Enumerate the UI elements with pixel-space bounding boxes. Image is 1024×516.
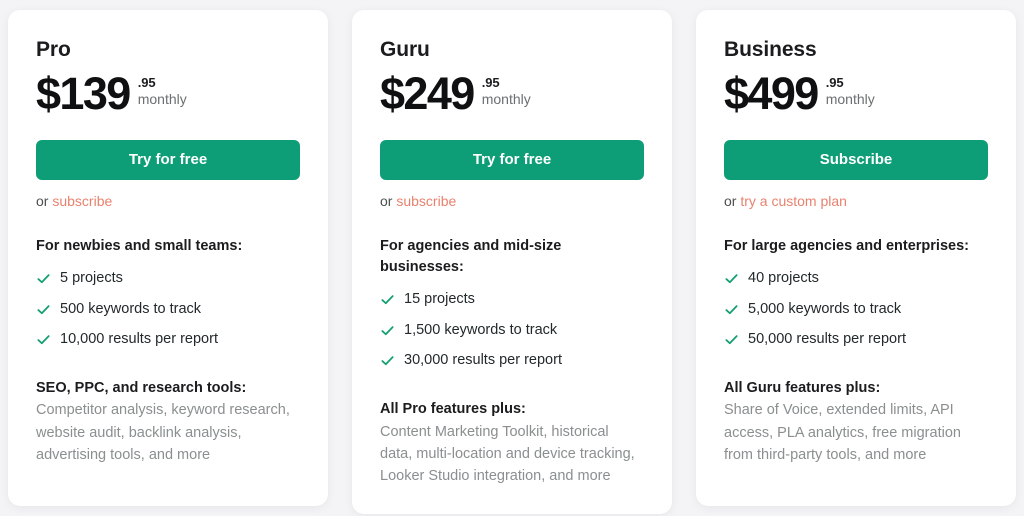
- feature-label: 30,000 results per report: [404, 352, 562, 369]
- check-icon: [380, 292, 395, 307]
- secondary-action-line: or subscribe: [36, 192, 300, 210]
- feature-list: 40 projects 5,000 keywords to track 50,0…: [724, 269, 988, 361]
- feature-label: 15 projects: [404, 291, 475, 308]
- extras-text: Content Marketing Toolkit, historical da…: [380, 423, 635, 485]
- price-suffix: .95 monthly: [482, 73, 531, 108]
- price-amount: $499: [724, 68, 819, 120]
- price-block: $499 .95 monthly: [724, 68, 988, 120]
- list-item: 40 projects: [724, 269, 988, 289]
- price-period: monthly: [825, 91, 875, 108]
- price-suffix: .95 monthly: [138, 73, 187, 108]
- list-item: 10,000 results per report: [36, 330, 300, 350]
- plan-name: Pro: [36, 38, 71, 61]
- price-block: $249 .95 monthly: [380, 68, 644, 120]
- subscribe-link[interactable]: subscribe: [396, 193, 456, 209]
- extras-text: Competitor analysis, keyword research, w…: [36, 402, 290, 464]
- extras-block: All Guru features plus: Share of Voice, …: [724, 378, 988, 467]
- plan-card-pro: Pro $139 .95 monthly Try for free or sub…: [8, 10, 328, 506]
- feature-label: 50,000 results per report: [748, 331, 906, 348]
- secondary-prefix: or: [36, 192, 49, 209]
- price-cents: .95: [825, 75, 844, 91]
- price-cents: .95: [137, 75, 156, 91]
- plan-card-business: Business $499 .95 monthly Subscribe or t…: [696, 10, 1016, 506]
- secondary-action-line: or subscribe: [380, 192, 644, 210]
- list-item: 500 keywords to track: [36, 300, 300, 320]
- check-icon: [36, 332, 51, 347]
- list-item: 30,000 results per report: [380, 351, 644, 371]
- extras-block: All Pro features plus: Content Marketing…: [380, 399, 644, 488]
- list-item: 5,000 keywords to track: [724, 300, 988, 320]
- list-item: 5 projects: [36, 269, 300, 289]
- feature-label: 10,000 results per report: [60, 331, 218, 348]
- custom-plan-link[interactable]: try a custom plan: [740, 193, 847, 209]
- cta-subscribe-button[interactable]: Subscribe: [724, 139, 988, 180]
- price-period: monthly: [481, 91, 531, 108]
- list-item: 50,000 results per report: [724, 330, 988, 350]
- check-icon: [724, 271, 739, 286]
- feature-label: 5 projects: [60, 270, 123, 287]
- feature-list: 15 projects 1,500 keywords to track 30,0…: [380, 290, 644, 382]
- feature-list: 5 projects 500 keywords to track 10,000 …: [36, 269, 300, 361]
- audience-heading: For large agencies and enterprises:: [724, 238, 969, 255]
- price-amount: $249: [380, 68, 475, 120]
- extras-title: SEO, PPC, and research tools:: [36, 379, 247, 396]
- extras-block: SEO, PPC, and research tools: Competitor…: [36, 378, 300, 467]
- audience-heading: For newbies and small teams:: [36, 238, 243, 255]
- extras-title: All Guru features plus:: [724, 379, 881, 396]
- feature-label: 40 projects: [748, 270, 819, 287]
- price-suffix: .95 monthly: [826, 73, 875, 108]
- secondary-prefix: or: [380, 192, 393, 209]
- extras-title: All Pro features plus:: [380, 400, 526, 417]
- check-icon: [724, 302, 739, 317]
- price-amount: $139: [36, 68, 131, 120]
- cta-try-for-free-button[interactable]: Try for free: [380, 139, 644, 180]
- cta-try-for-free-button[interactable]: Try for free: [36, 139, 300, 180]
- check-icon: [380, 353, 395, 368]
- plan-name: Guru: [380, 38, 430, 61]
- feature-label: 500 keywords to track: [60, 300, 202, 317]
- secondary-prefix: or: [724, 192, 737, 209]
- extras-text: Share of Voice, extended limits, API acc…: [724, 402, 961, 464]
- subscribe-link[interactable]: subscribe: [52, 193, 112, 209]
- plan-card-guru: Guru $249 .95 monthly Try for free or su…: [352, 10, 672, 514]
- pricing-plans-grid: Pro $139 .95 monthly Try for free or sub…: [0, 0, 1024, 514]
- plan-name: Business: [724, 38, 817, 61]
- secondary-action-line: or try a custom plan: [724, 192, 988, 210]
- feature-label: 5,000 keywords to track: [748, 300, 902, 317]
- audience-heading: For agencies and mid-size businesses:: [380, 238, 562, 276]
- check-icon: [380, 323, 395, 338]
- check-icon: [36, 271, 51, 286]
- check-icon: [36, 302, 51, 317]
- list-item: 15 projects: [380, 290, 644, 310]
- list-item: 1,500 keywords to track: [380, 321, 644, 341]
- price-block: $139 .95 monthly: [36, 68, 300, 120]
- price-cents: .95: [481, 75, 500, 91]
- price-period: monthly: [137, 91, 187, 108]
- feature-label: 1,500 keywords to track: [404, 321, 558, 338]
- check-icon: [724, 332, 739, 347]
